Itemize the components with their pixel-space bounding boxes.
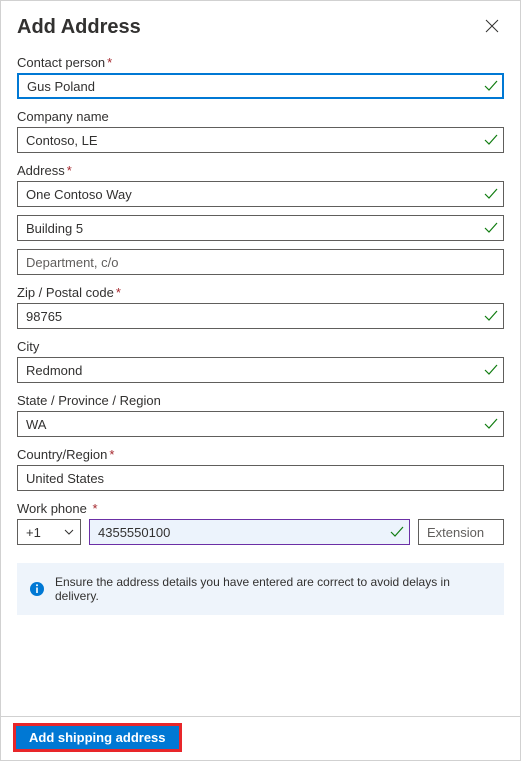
city-label: City — [17, 339, 504, 354]
info-text: Ensure the address details you have ente… — [55, 575, 492, 603]
page-title: Add Address — [17, 16, 141, 39]
city-input[interactable] — [17, 357, 504, 383]
zip-label: Zip / Postal code* — [17, 285, 504, 300]
zip-input[interactable] — [17, 303, 504, 329]
phone-label: Work phone * — [17, 501, 504, 516]
phone-code-value: +1 — [26, 525, 41, 540]
chevron-down-icon — [64, 525, 74, 540]
company-label: Company name — [17, 109, 504, 124]
company-input[interactable] — [17, 127, 504, 153]
country-label: Country/Region* — [17, 447, 504, 462]
contact-input[interactable] — [17, 73, 504, 99]
info-icon — [29, 581, 45, 597]
address-line2-input[interactable] — [17, 215, 504, 241]
info-banner: Ensure the address details you have ente… — [17, 563, 504, 615]
contact-label: Contact person* — [17, 55, 504, 70]
state-input[interactable] — [17, 411, 504, 437]
phone-extension-input[interactable] — [418, 519, 504, 545]
phone-number-input[interactable] — [89, 519, 410, 545]
close-button[interactable] — [480, 15, 504, 39]
address-line1-input[interactable] — [17, 181, 504, 207]
phone-country-code-select[interactable]: +1 — [17, 519, 81, 545]
close-icon — [485, 19, 499, 36]
state-label: State / Province / Region — [17, 393, 504, 408]
address-line3-input[interactable] — [17, 249, 504, 275]
add-shipping-address-button[interactable]: Add shipping address — [15, 725, 180, 750]
country-input[interactable] — [17, 465, 504, 491]
address-label: Address* — [17, 163, 504, 178]
